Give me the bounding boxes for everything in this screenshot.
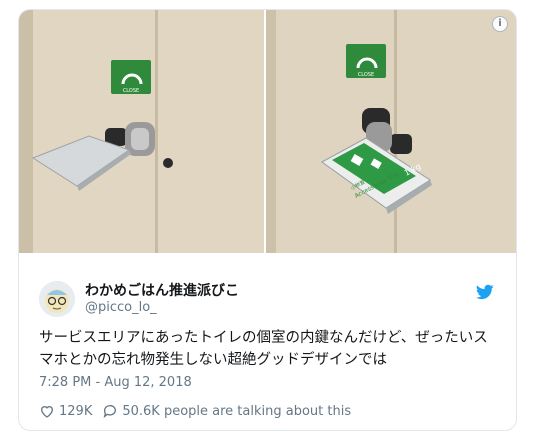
talking-action[interactable]: 50.6K people are talking about this (102, 403, 351, 419)
avatar[interactable] (39, 281, 75, 317)
heart-icon (40, 406, 54, 418)
user-handle[interactable]: @picco_lo_ (85, 300, 157, 315)
photo-right-illustration: CLOSE 1 kg 小物置 Accessories Tray (266, 10, 516, 253)
tweet-actions: 129K 50.6K people are talking about this (39, 403, 361, 419)
photo-left[interactable]: CLOSE (19, 10, 264, 253)
like-action[interactable]: 129K (39, 403, 92, 419)
avatar-illustration (39, 281, 75, 317)
comment-icon (103, 405, 117, 418)
photo-right-sign-text: CLOSE (358, 72, 374, 78)
photo-left-illustration: CLOSE (19, 10, 264, 253)
tweet-body[interactable]: わかめごはん推進派びこ @picco_lo_ サービスエリアにあったトイレの個室… (19, 255, 516, 430)
display-name[interactable]: わかめごはん推進派びこ (85, 280, 239, 300)
tweet-embed-card: CLOSE CLOSE 1 kg 小物置 Accessories Tray i … (18, 9, 517, 431)
photo-left-sign-text: CLOSE (123, 88, 139, 94)
twitter-bird-icon[interactable] (476, 283, 494, 301)
timestamp[interactable]: 7:28 PM - Aug 12, 2018 (39, 375, 192, 390)
tweet-text: サービスエリアにあったトイレの個室の内鍵なんだけど、ぜったいスマホとかの忘れ物発… (39, 330, 488, 368)
talking-count: 50.6K people are talking about this (122, 403, 352, 419)
info-icon[interactable]: i (492, 16, 508, 32)
photo-grid: CLOSE CLOSE 1 kg 小物置 Accessories Tray i (19, 10, 516, 253)
like-count: 129K (59, 403, 93, 419)
photo-right[interactable]: CLOSE 1 kg 小物置 Accessories Tray i (266, 10, 516, 253)
